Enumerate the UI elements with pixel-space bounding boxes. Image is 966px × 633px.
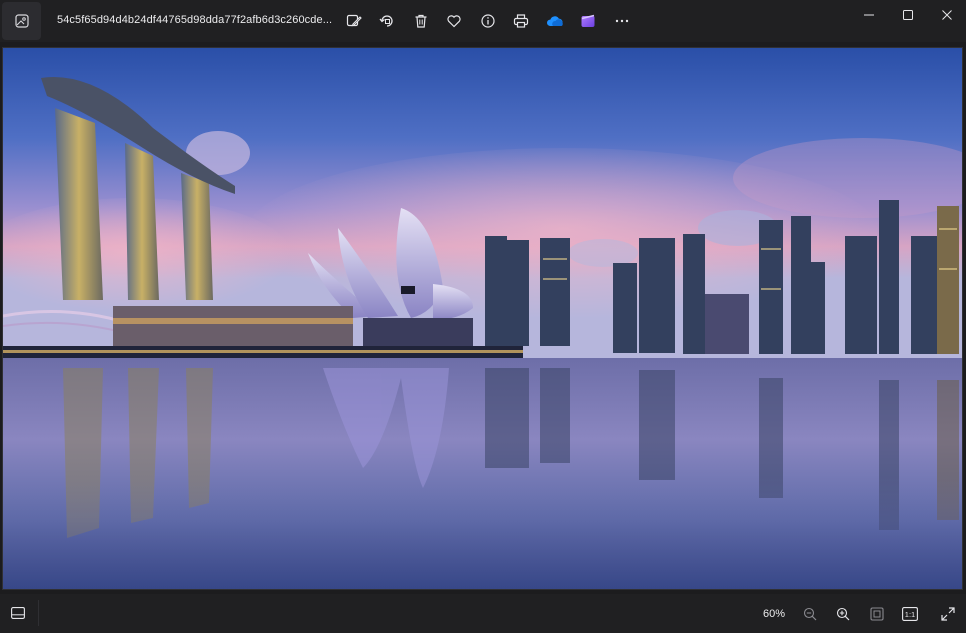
rotate-icon: [379, 15, 393, 27]
onedrive-button[interactable]: [538, 8, 572, 34]
clipchamp-button[interactable]: [572, 8, 606, 34]
divider: [38, 600, 39, 626]
fullscreen-icon: [941, 607, 955, 621]
file-name: 54c5f65d94d4b24df44765d98dda77f2afb6d3c2…: [57, 14, 333, 26]
top-toolbar: [337, 8, 639, 34]
fit-to-window-icon: [870, 607, 884, 621]
more-options-button[interactable]: [605, 8, 639, 34]
edit-image-icon: [346, 14, 362, 27]
photo-icon: [14, 14, 29, 28]
maximize-button[interactable]: [888, 0, 927, 30]
onedrive-cloud-icon: [546, 16, 563, 26]
minimize-button[interactable]: [849, 0, 888, 30]
maximize-icon: [902, 10, 913, 20]
more-options-icon: [615, 19, 628, 23]
edit-image-button[interactable]: [337, 8, 371, 34]
close-button[interactable]: [927, 0, 966, 30]
close-icon: [941, 10, 952, 20]
delete-button[interactable]: [404, 8, 438, 34]
actual-size-icon: 1:1: [902, 607, 918, 621]
fit-to-window-button[interactable]: [864, 602, 890, 626]
fullscreen-button[interactable]: [935, 602, 961, 626]
zoom-in-button[interactable]: [830, 602, 856, 626]
zoom-out-icon: [803, 607, 817, 621]
zoom-out-button[interactable]: [797, 602, 823, 626]
displayed-photo[interactable]: [2, 47, 963, 590]
favorite-heart-icon: [447, 15, 461, 28]
print-icon: [514, 14, 529, 28]
actual-size-button[interactable]: 1:1: [897, 602, 923, 626]
zoom-in-icon: [836, 607, 850, 621]
file-info-button[interactable]: [471, 8, 505, 34]
filmstrip-icon: [11, 607, 25, 619]
window-controls: [849, 0, 966, 30]
zoom-level[interactable]: 60%: [763, 608, 785, 620]
photos-app-icon[interactable]: [2, 2, 41, 40]
file-info-icon: [481, 14, 495, 28]
skyline-photo: [3, 48, 962, 589]
clipchamp-icon: [581, 14, 595, 27]
favorite-button[interactable]: [438, 8, 472, 34]
minimize-icon: [863, 14, 874, 16]
print-button[interactable]: [505, 8, 539, 34]
actual-size-label: 1:1: [905, 610, 915, 619]
bottom-bar: 60% 1:1: [0, 594, 966, 633]
image-viewer-canvas[interactable]: [0, 42, 966, 594]
delete-icon: [415, 14, 427, 28]
filmstrip-toggle-button[interactable]: [2, 599, 34, 627]
rotate-button[interactable]: [371, 8, 405, 34]
title-bar: 54c5f65d94d4b24df44765d98dda77f2afb6d3c2…: [0, 0, 966, 42]
